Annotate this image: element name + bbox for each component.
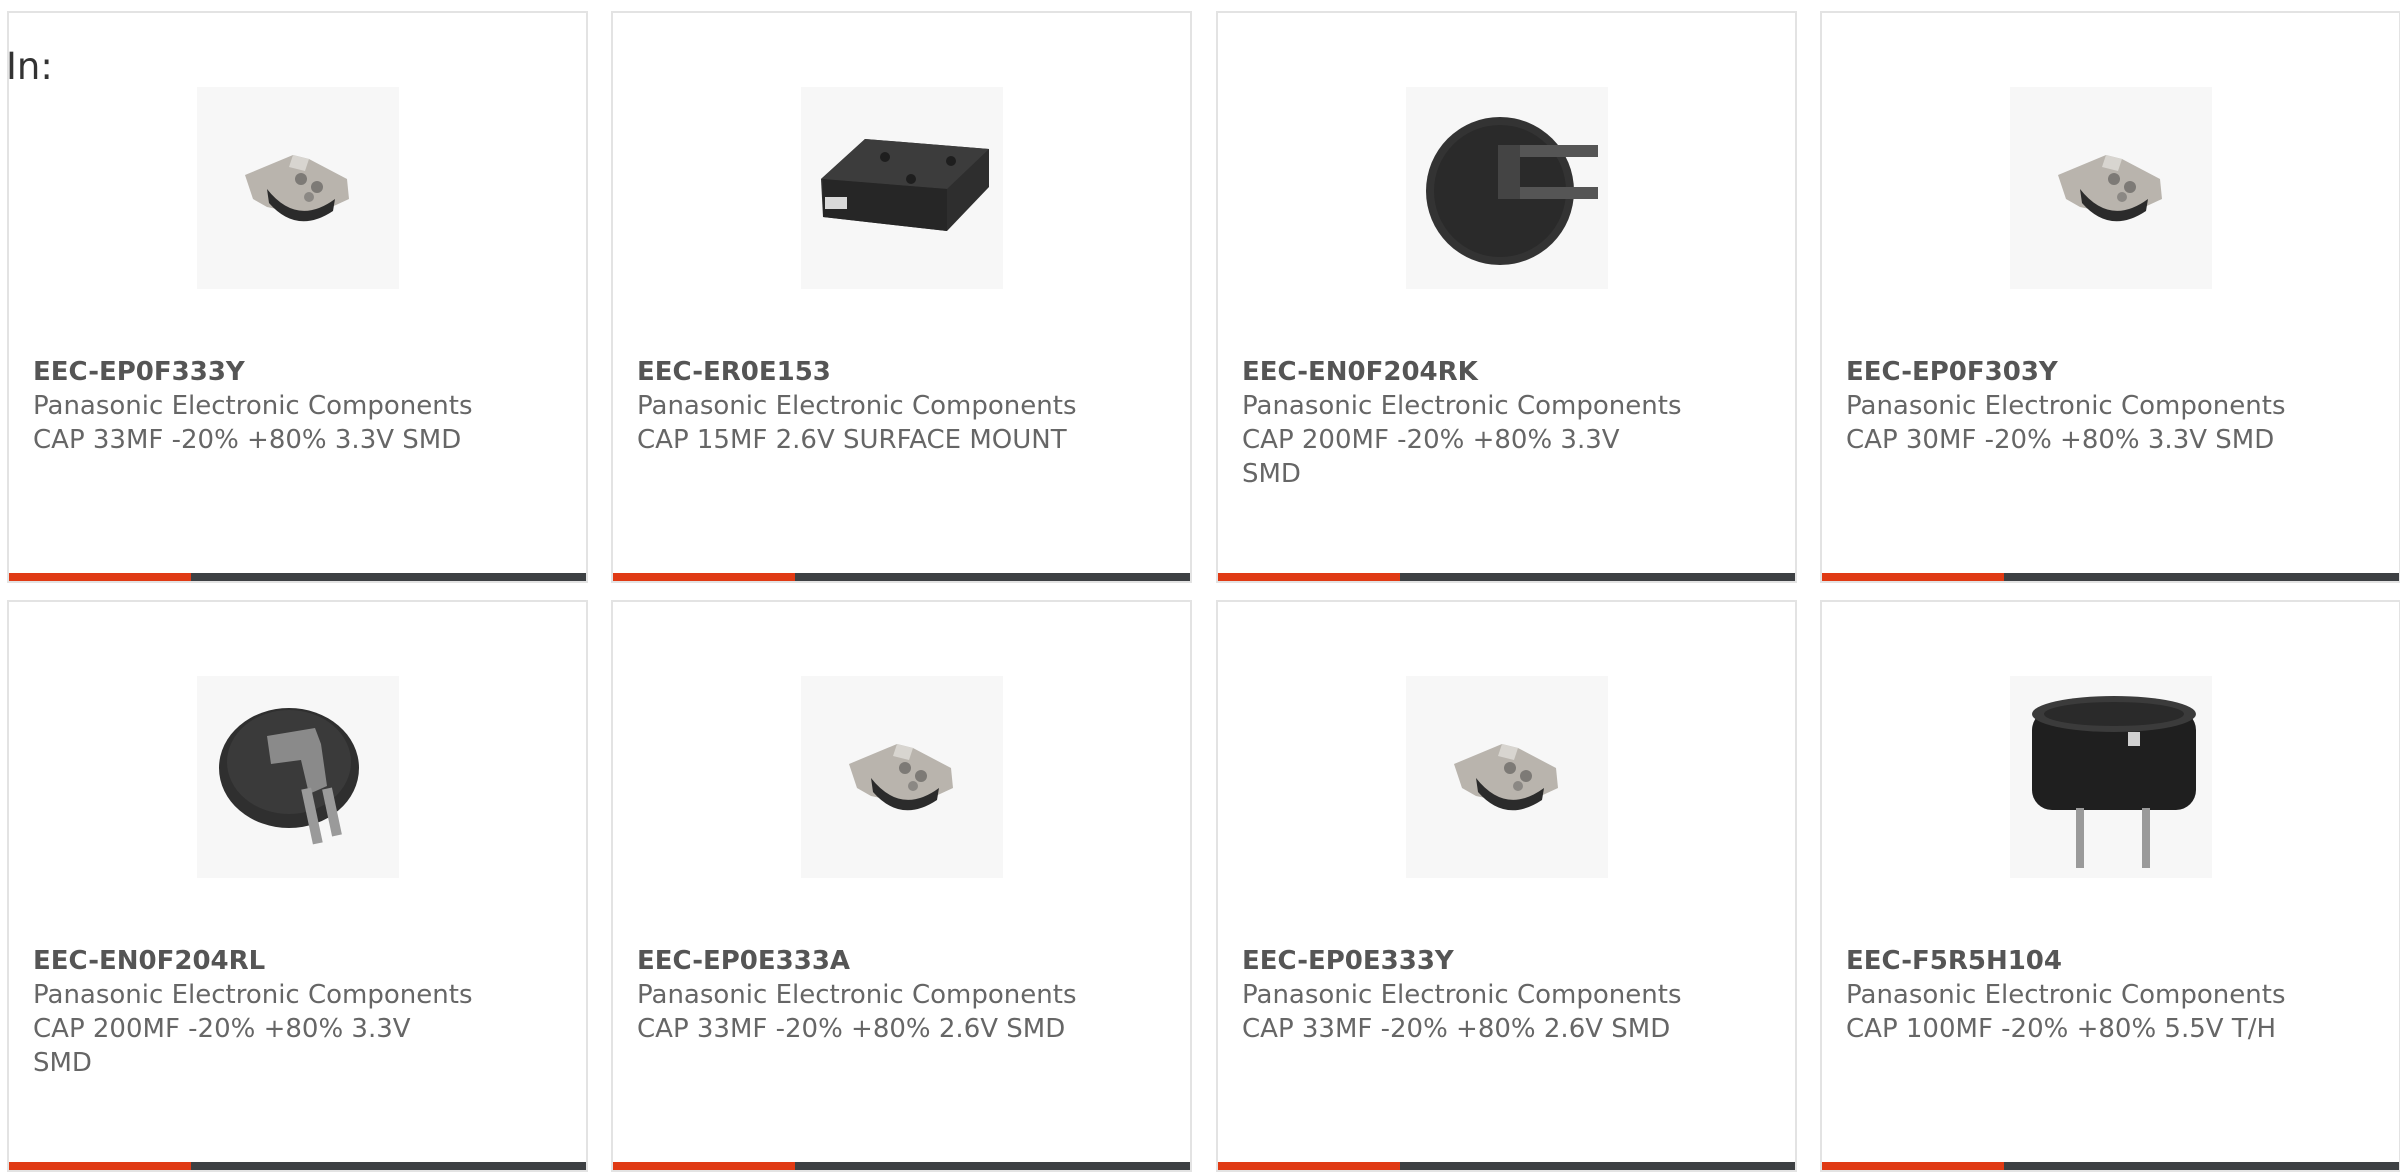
product-image[interactable] — [2010, 676, 2212, 878]
part-number[interactable]: EEC-EP0F303Y — [1846, 355, 2286, 389]
product-image[interactable] — [1406, 676, 1608, 878]
description: CAP 15MF 2.6V SURFACE MOUNT — [637, 425, 1067, 455]
product-info: EEC-EP0F303Y Panasonic Electronic Compon… — [1846, 355, 2286, 457]
description: CAP 33MF -20% +80% 2.6V SMD — [637, 1014, 1066, 1044]
product-card[interactable]: EEC-F5R5H104 Panasonic Electronic Compon… — [1820, 600, 2400, 1172]
product-image[interactable] — [2010, 87, 2212, 289]
card-accent — [1218, 573, 1400, 581]
card-accent — [613, 573, 795, 581]
manufacturer: Panasonic Electronic Components — [1242, 980, 1682, 1010]
coin-cell-leads-icon — [219, 708, 359, 845]
smd-coin-cap-icon — [849, 744, 953, 811]
part-number[interactable]: EEC-EN0F204RL — [33, 944, 473, 978]
product-image[interactable] — [801, 87, 1003, 289]
product-card[interactable]: EEC-ER0E153 Panasonic Electronic Compone… — [611, 11, 1192, 583]
manufacturer: Panasonic Electronic Components — [637, 980, 1077, 1010]
description: CAP 200MF -20% +80% 3.3V SMD — [33, 1014, 411, 1078]
part-number[interactable]: EEC-EP0E333A — [637, 944, 1077, 978]
product-card[interactable]: EEC-EP0F333Y Panasonic Electronic Compon… — [7, 11, 588, 583]
card-footer-bar — [613, 1162, 1190, 1170]
manufacturer: Panasonic Electronic Components — [1242, 391, 1682, 421]
card-footer-bar — [1822, 573, 2399, 581]
card-footer-bar — [1822, 1162, 2399, 1170]
coin-cell-tab-icon — [1426, 117, 1598, 265]
manufacturer: Panasonic Electronic Components — [33, 391, 473, 421]
product-info: EEC-EN0F204RL Panasonic Electronic Compo… — [33, 944, 473, 1080]
description: CAP 33MF -20% +80% 3.3V SMD — [33, 425, 462, 455]
product-info: EEC-F5R5H104 Panasonic Electronic Compon… — [1846, 944, 2286, 1046]
radial-cap-icon — [2032, 696, 2196, 868]
card-footer-bar — [1218, 573, 1795, 581]
description: CAP 30MF -20% +80% 3.3V SMD — [1846, 425, 2275, 455]
product-info: EEC-EP0E333Y Panasonic Electronic Compon… — [1242, 944, 1682, 1046]
product-grid: EEC-EP0F333Y Panasonic Electronic Compon… — [0, 0, 2400, 1172]
product-card[interactable]: EEC-EP0F303Y Panasonic Electronic Compon… — [1820, 11, 2400, 583]
card-accent — [1822, 573, 2004, 581]
description: CAP 33MF -20% +80% 2.6V SMD — [1242, 1014, 1671, 1044]
rectangular-smd-cap-icon — [821, 139, 989, 231]
product-info: EEC-EN0F204RK Panasonic Electronic Compo… — [1242, 355, 1682, 491]
part-number[interactable]: EEC-EP0F333Y — [33, 355, 473, 389]
card-footer-bar — [613, 573, 1190, 581]
smd-coin-cap-icon — [1454, 744, 1558, 811]
smd-coin-cap-icon — [2058, 155, 2162, 222]
manufacturer: Panasonic Electronic Components — [1846, 391, 2286, 421]
part-number[interactable]: EEC-F5R5H104 — [1846, 944, 2286, 978]
part-number[interactable]: EEC-EN0F204RK — [1242, 355, 1682, 389]
product-image[interactable] — [197, 676, 399, 878]
product-info: EEC-ER0E153 Panasonic Electronic Compone… — [637, 355, 1077, 457]
description: CAP 100MF -20% +80% 5.5V T/H — [1846, 1014, 2277, 1044]
card-footer-bar — [9, 573, 586, 581]
card-accent — [1822, 1162, 2004, 1170]
manufacturer: Panasonic Electronic Components — [33, 980, 473, 1010]
manufacturer: Panasonic Electronic Components — [1846, 980, 2286, 1010]
manufacturer: Panasonic Electronic Components — [637, 391, 1077, 421]
card-accent — [9, 573, 191, 581]
card-accent — [1218, 1162, 1400, 1170]
product-image[interactable] — [801, 676, 1003, 878]
product-image[interactable] — [197, 87, 399, 289]
card-accent — [9, 1162, 191, 1170]
part-number[interactable]: EEC-EP0E333Y — [1242, 944, 1682, 978]
card-footer-bar — [1218, 1162, 1795, 1170]
filter-label: In: — [6, 45, 53, 88]
product-card[interactable]: EEC-EP0E333Y Panasonic Electronic Compon… — [1216, 600, 1797, 1172]
product-card[interactable]: EEC-EN0F204RL Panasonic Electronic Compo… — [7, 600, 588, 1172]
smd-coin-cap-icon — [245, 155, 349, 222]
product-info: EEC-EP0F333Y Panasonic Electronic Compon… — [33, 355, 473, 457]
product-card[interactable]: EEC-EP0E333A Panasonic Electronic Compon… — [611, 600, 1192, 1172]
product-info: EEC-EP0E333A Panasonic Electronic Compon… — [637, 944, 1077, 1046]
product-card[interactable]: EEC-EN0F204RK Panasonic Electronic Compo… — [1216, 11, 1797, 583]
card-footer-bar — [9, 1162, 586, 1170]
description: CAP 200MF -20% +80% 3.3V SMD — [1242, 425, 1620, 489]
part-number[interactable]: EEC-ER0E153 — [637, 355, 1077, 389]
product-image[interactable] — [1406, 87, 1608, 289]
card-accent — [613, 1162, 795, 1170]
